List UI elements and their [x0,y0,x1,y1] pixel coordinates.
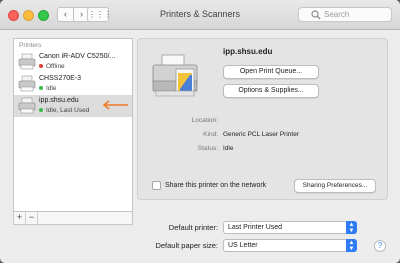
default-printer-value: Last Printer Used [228,224,283,231]
status-label: Status: [197,145,218,152]
printer-name: Canon iR-ADV C5250/... [39,53,116,60]
zoom-window-button[interactable] [38,10,49,21]
remove-printer-button[interactable]: − [26,212,38,224]
default-printer-select[interactable]: Last Printer Used ▲ ▼ [223,221,357,234]
close-window-button[interactable] [8,10,19,21]
printer-status: Idle, Last Used [39,107,89,114]
open-print-queue-button[interactable]: Open Print Queue... [223,65,319,79]
printer-list-item[interactable]: Canon iR-ADV C5250/... Offline [14,51,132,73]
sharing-preferences-button[interactable]: Sharing Preferences... [294,179,376,193]
printer-large-icon [152,54,198,97]
printer-status: Offline [39,63,65,70]
share-printer-checkbox[interactable] [152,181,161,190]
printers-scanners-window: ‹ › ⋮⋮⋮ Printers & Scanners Search Print… [0,0,400,263]
printer-name: ipp.shsu.edu [39,97,79,104]
offline-status-dot [39,64,43,69]
printer-list-item-selected[interactable]: ipp.shsu.edu Idle, Last Used [14,95,132,117]
kind-label: Kind: [203,131,218,138]
location-label: Location: [191,117,218,124]
idle-status-dot [39,108,43,113]
help-button[interactable]: ? [374,240,386,252]
printer-icon [18,53,36,70]
search-field[interactable]: Search [298,7,392,22]
minimize-window-button[interactable] [23,10,34,21]
printer-icon [18,75,36,92]
content-area: Printers Canon iR-ADV C5250/... Offline … [8,36,392,259]
default-paper-select[interactable]: US Letter ▲ ▼ [223,239,357,252]
printer-list-item[interactable]: CHSS270E-3 Idle [14,73,132,95]
default-printer-label: Default printer: [168,223,218,232]
idle-status-dot [39,86,43,91]
search-icon [311,10,321,20]
printers-header: Printers [19,42,42,49]
title-bar: ‹ › ⋮⋮⋮ Printers & Scanners Search [0,0,400,30]
add-printer-button[interactable]: + [14,212,26,224]
printer-list: Printers Canon iR-ADV C5250/... Offline … [13,38,133,212]
chevron-updown-icon: ▲ ▼ [346,221,357,234]
share-printer-label[interactable]: Share this printer on the network [165,182,266,189]
selected-printer-name: ipp.shsu.edu [223,47,273,56]
window-title: Printers & Scanners [159,9,241,19]
search-placeholder: Search [324,10,350,19]
printer-status: Idle [39,85,56,92]
kind-value: Generic PCL Laser Printer [223,131,299,138]
options-supplies-button[interactable]: Options & Supplies... [223,84,319,98]
annotation-arrow-icon [102,100,128,110]
default-paper-value: US Letter [228,242,258,249]
default-paper-label: Default paper size: [155,241,218,250]
printer-icon [18,97,36,114]
status-value: Idle [223,145,234,152]
printer-name: CHSS270E-3 [39,75,82,82]
list-footer: + − [13,212,133,225]
chevron-updown-icon: ▲ ▼ [346,239,357,252]
back-button[interactable]: ‹ [57,7,74,22]
printer-detail-panel: ipp.shsu.edu Open Print Queue... Options… [137,38,388,200]
show-all-button[interactable]: ⋮⋮⋮ [87,7,112,22]
